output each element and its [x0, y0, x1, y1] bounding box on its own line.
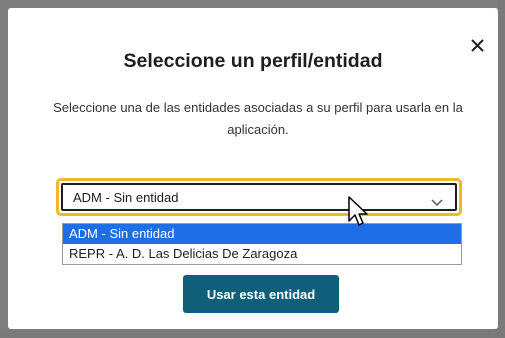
entity-select-box[interactable]: ADM - Sin entidad [61, 183, 457, 211]
use-entity-button[interactable]: Usar esta entidad [183, 275, 339, 313]
entity-select-value: ADM - Sin entidad [73, 190, 179, 205]
entity-option[interactable]: ADM - Sin entidad [63, 224, 461, 244]
overlay-backdrop [0, 329, 505, 338]
chevron-down-icon [431, 194, 443, 212]
entity-select[interactable]: ADM - Sin entidad [56, 178, 462, 216]
entity-options-list: ADM - Sin entidad REPR - A. D. Las Delic… [62, 223, 462, 265]
mouse-cursor-icon [348, 196, 370, 233]
dialog-title: Seleccione un perfil/entidad [123, 50, 383, 72]
entity-option[interactable]: REPR - A. D. Las Delicias De Zaragoza [63, 244, 461, 264]
select-profile-dialog: Seleccione un perfil/entidad Seleccione … [8, 8, 498, 329]
overlay-backdrop [498, 0, 505, 338]
dialog-subtitle: Seleccione una de las entidades asociada… [53, 100, 463, 137]
